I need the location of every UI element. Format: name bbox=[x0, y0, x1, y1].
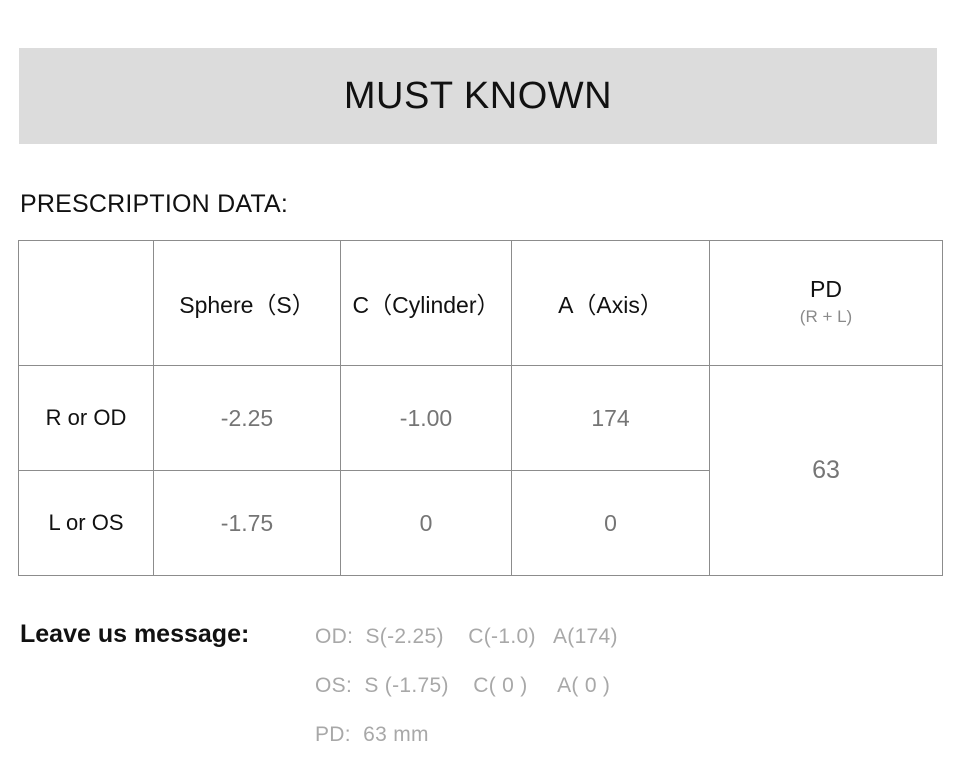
header-cell-axis: A（Axis） bbox=[511, 240, 710, 366]
value-cell-pd: 63 bbox=[709, 365, 943, 576]
message-line-od: OD: S(-2.25) C(-1.0) A(174) bbox=[315, 625, 618, 648]
header-pd-sublabel: (R + L) bbox=[799, 306, 853, 326]
table-row: R or OD -2.25 -1.00 174 63 bbox=[18, 365, 943, 576]
value-od-cylinder: -1.00 bbox=[399, 404, 453, 431]
eye-label-os: L or OS bbox=[48, 510, 124, 535]
value-os-cylinder: 0 bbox=[419, 509, 433, 536]
header-sphere-label: Sphere（S） bbox=[179, 292, 315, 318]
value-cell-od-axis: 174 bbox=[511, 365, 710, 471]
header-cylinder-label: C（Cylinder） bbox=[352, 292, 500, 318]
row-label-cell-os: L or OS bbox=[18, 470, 154, 576]
value-cell-os-sphere: -1.75 bbox=[153, 470, 341, 576]
value-os-axis: 0 bbox=[604, 509, 617, 536]
message-line-os: OS: S (-1.75) C( 0 ) A( 0 ) bbox=[315, 674, 611, 697]
message-line-pd: PD: 63 mm bbox=[315, 723, 429, 746]
value-cell-od-cylinder: -1.00 bbox=[340, 365, 512, 471]
value-cell-os-axis: 0 bbox=[511, 470, 710, 576]
header-cell-sphere: Sphere（S） bbox=[153, 240, 341, 366]
value-cell-od-sphere: -2.25 bbox=[153, 365, 341, 471]
header-pd-label: PD bbox=[810, 276, 842, 303]
value-os-sphere: -1.75 bbox=[220, 509, 274, 536]
eye-label-od: R or OD bbox=[45, 405, 127, 430]
value-od-sphere: -2.25 bbox=[220, 404, 274, 431]
value-od-axis: 174 bbox=[591, 404, 630, 431]
message-lines: OD: S(-2.25) C(-1.0) A(174) OS: S (-1.75… bbox=[315, 612, 618, 759]
header-banner: MUST KNOWN bbox=[19, 48, 937, 144]
prescription-data-label: PRESCRIPTION DATA: bbox=[20, 190, 288, 218]
row-label-cell-od: R or OD bbox=[18, 365, 154, 471]
header-axis-label: A（Axis） bbox=[558, 292, 663, 318]
value-pd: 63 bbox=[812, 456, 840, 484]
header-cell-corner bbox=[18, 240, 154, 366]
header-cell-pd: PD (R + L) bbox=[709, 240, 943, 366]
page-title: MUST KNOWN bbox=[343, 74, 613, 117]
header-cell-cylinder: C（Cylinder） bbox=[340, 240, 512, 366]
table-header-row: Sphere（S） C（Cylinder） A（Axis） PD (R + L) bbox=[18, 240, 943, 366]
leave-message-label: Leave us message: bbox=[20, 620, 250, 648]
prescription-table: Sphere（S） C（Cylinder） A（Axis） PD (R + L)… bbox=[18, 240, 943, 576]
value-cell-os-cylinder: 0 bbox=[340, 470, 512, 576]
